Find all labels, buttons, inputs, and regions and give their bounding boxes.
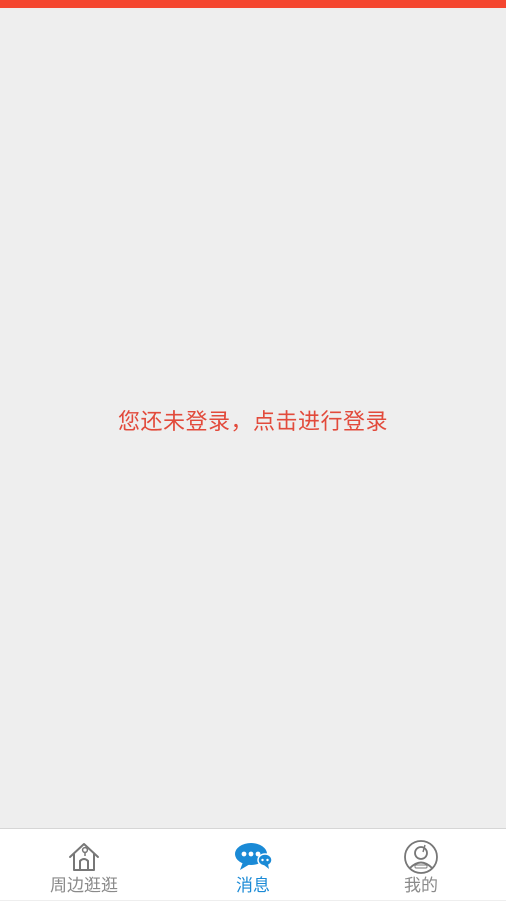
tab-profile[interactable]: 我的 xyxy=(337,829,505,901)
top-accent-bar xyxy=(0,0,506,8)
messages-content-area: 您还未登录，点击进行登录 xyxy=(0,8,506,828)
chat-bubble-icon xyxy=(233,839,273,875)
tab-messages-label: 消息 xyxy=(236,876,270,896)
home-icon xyxy=(64,839,104,875)
tab-messages[interactable]: 消息 xyxy=(169,829,337,901)
bottom-tab-bar: 周边逛逛 消息 我的 xyxy=(0,828,506,900)
login-prompt-link[interactable]: 您还未登录，点击进行登录 xyxy=(0,404,506,436)
user-avatar-icon xyxy=(401,839,441,875)
tab-nearby[interactable]: 周边逛逛 xyxy=(0,829,168,901)
tab-profile-label: 我的 xyxy=(404,876,438,896)
tab-nearby-label: 周边逛逛 xyxy=(50,876,118,896)
